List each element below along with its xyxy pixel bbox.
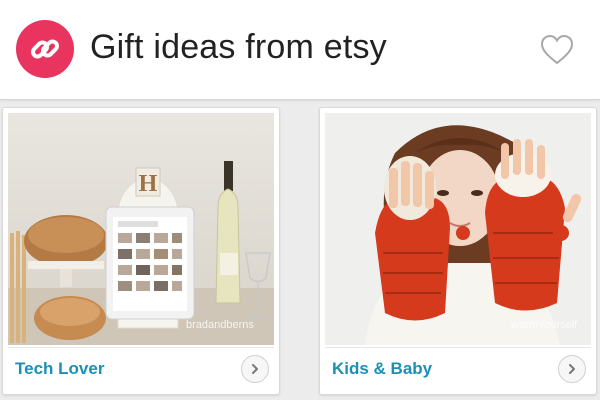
heart-icon[interactable] [540,34,574,66]
category-card-tech-lover[interactable]: H bradandberns Tech Lover [2,107,280,395]
category-card-kids-baby[interactable]: warmYourself Kids & Baby [319,107,597,395]
card-label-tech-lover[interactable]: Tech Lover [15,359,104,379]
photo-watermark: bradandberns [186,319,254,331]
chevron-right-icon[interactable] [241,355,269,383]
photo-watermark: warmYourself [511,319,578,331]
chevron-right-icon[interactable] [558,355,586,383]
card-label-kids-baby[interactable]: Kids & Baby [332,359,432,379]
kids-baby-photo: warmYourself [325,113,591,345]
card-divider [8,347,274,348]
link-icon [31,39,59,59]
app-header: Gift ideas from etsy [0,0,600,100]
svg-text:H: H [139,171,158,197]
page-title: Gift ideas from etsy [90,28,387,66]
tech-lover-photo: H bradandberns [8,113,274,345]
card-divider [325,347,591,348]
logo[interactable] [16,20,74,78]
